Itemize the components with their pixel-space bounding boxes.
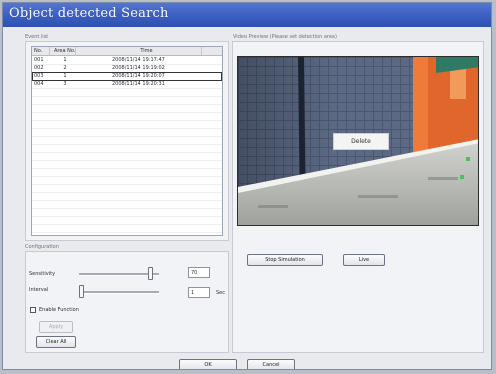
interval-unit: Sec: [216, 290, 225, 296]
column-header-area[interactable]: Area No.: [54, 47, 76, 55]
live-button[interactable]: Live: [343, 254, 385, 266]
title-bar: Object detected Search: [3, 3, 491, 27]
interval-slider-thumb[interactable]: [79, 285, 84, 298]
interval-slider-track[interactable]: [79, 291, 159, 294]
event-list-table[interactable]: No. Area No. Time 001 1 2008/11/14 19:17…: [31, 46, 223, 236]
event-list-group-label: Event list: [25, 34, 49, 40]
row-time: 2008/11/14 19:20:31: [112, 81, 165, 87]
sensitivity-input[interactable]: 70: [188, 267, 210, 278]
video-preview[interactable]: Delete: [237, 56, 479, 226]
window-title: Object detected Search: [9, 6, 169, 21]
row-time: 2008/11/14 19:20:07: [112, 73, 165, 79]
row-area: 2: [63, 65, 67, 71]
interval-label: Interval: [29, 287, 49, 293]
video-preview-group-label: Video Preview (Please set detection area…: [233, 34, 337, 40]
sensitivity-slider-track[interactable]: [79, 273, 159, 276]
enable-function-label: Enable Function: [39, 307, 79, 313]
event-list-header: No. Area No. Time: [32, 47, 222, 56]
row-time: 2008/11/14 19:17:47: [112, 57, 165, 63]
column-header-time[interactable]: Time: [92, 47, 202, 55]
cancel-button[interactable]: Cancel: [247, 359, 295, 369]
interval-input[interactable]: 1: [188, 287, 210, 298]
configuration-group-label: Configuration: [25, 244, 59, 250]
object-detected-search-dialog: Object detected Search Event list No. Ar…: [2, 2, 492, 370]
row-area: 1: [63, 73, 67, 79]
table-row: [32, 224, 222, 233]
sensitivity-slider-thumb[interactable]: [148, 267, 153, 280]
row-area: 3: [63, 81, 67, 87]
enable-function-checkbox[interactable]: [30, 307, 36, 313]
row-no: 003: [34, 73, 44, 79]
delete-context-menu-item[interactable]: Delete: [333, 133, 389, 150]
row-no: 004: [34, 81, 44, 87]
stop-simulation-button[interactable]: Stop Simulation: [247, 254, 323, 266]
sensitivity-label: Sensitivity: [29, 271, 56, 277]
column-header-no[interactable]: No.: [34, 47, 50, 55]
clear-all-button[interactable]: Clear All: [36, 336, 76, 348]
row-area: 1: [63, 57, 67, 63]
row-no: 002: [34, 65, 44, 71]
row-no: 001: [34, 57, 44, 63]
ok-button[interactable]: OK: [179, 359, 237, 369]
apply-button[interactable]: Apply: [39, 321, 73, 333]
row-time: 2008/11/14 19:19:02: [112, 65, 165, 71]
